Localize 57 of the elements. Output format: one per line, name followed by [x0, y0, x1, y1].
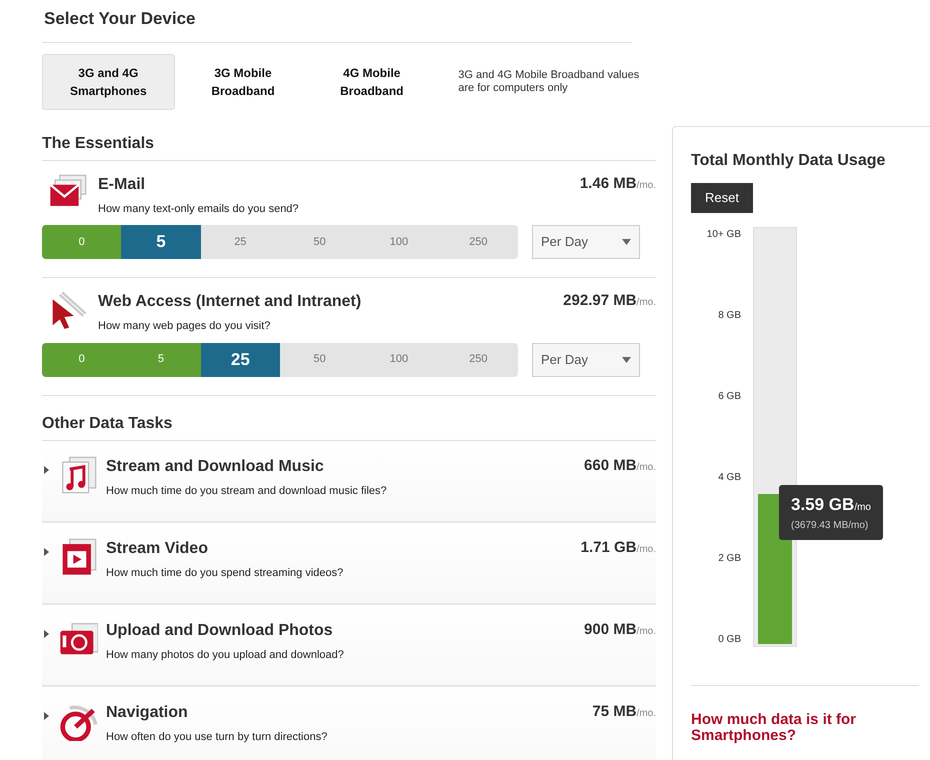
- slider-option[interactable]: 50: [280, 342, 360, 376]
- device-tab[interactable]: 3G Mobile Broadband: [182, 54, 304, 110]
- section-title: The Essentials: [42, 132, 656, 160]
- item-title: Upload and Download Photos: [106, 620, 334, 640]
- slider-option[interactable]: 0: [42, 225, 122, 259]
- item-question: How many web pages do you visit?: [98, 319, 272, 334]
- device-tab[interactable]: 4G Mobile Broadband: [311, 54, 432, 110]
- scale-label: 8 GB: [717, 308, 741, 322]
- scale-label: 0 GB: [717, 632, 741, 646]
- expand-arrow-icon[interactable]: [42, 546, 50, 556]
- scale-label: 2 GB: [717, 552, 741, 566]
- scale-label: 10+ GB: [706, 228, 741, 242]
- scale-label: 6 GB: [717, 390, 741, 404]
- item-question: How often do you use turn by turn directions?: [106, 730, 328, 744]
- item-question: How much time do you stream and download music files?: [106, 484, 388, 498]
- caret-icon: [622, 239, 631, 245]
- item-question: How many text-only emails do you send?: [98, 202, 300, 216]
- usage-amount: 75 MB/mo.: [592, 702, 656, 722]
- usage-total: 3.59 GB/mo: [791, 494, 871, 516]
- item-title: Stream and Download Music: [106, 456, 325, 476]
- reset-button[interactable]: Reset: [691, 183, 753, 212]
- slider-option[interactable]: 25: [200, 225, 280, 259]
- device-note: 3G and 4G Mobile Broadband values are for computers only: [458, 68, 640, 94]
- expand-arrow-icon[interactable]: [42, 464, 50, 474]
- scale-label: 4 GB: [717, 470, 741, 484]
- expand-arrow-icon[interactable]: [42, 628, 50, 638]
- item-title: E-Mail: [98, 174, 146, 194]
- panel-title: Total Monthly Data Usage: [691, 151, 886, 171]
- usage-amount: 1.46 MB/mo.: [580, 174, 656, 194]
- item-title: Stream Video: [106, 538, 209, 558]
- item-question: How many photos do you upload and download?: [106, 648, 345, 662]
- item-title: Navigation: [106, 702, 189, 722]
- period-dropdown[interactable]: Per Day: [532, 342, 640, 376]
- info-link[interactable]: How much data is it for Smartphones?: [691, 684, 919, 744]
- slider-option[interactable]: 50: [280, 225, 360, 259]
- item-question: How much time do you spend streaming videos?: [106, 566, 344, 580]
- usage-amount: 660 MB/mo.: [584, 456, 656, 476]
- expand-arrow-icon[interactable]: [42, 710, 50, 720]
- slider-option[interactable]: 5: [121, 342, 201, 376]
- caret-icon: [622, 356, 631, 362]
- slider-option[interactable]: 25: [200, 342, 280, 376]
- slider-option[interactable]: 0: [42, 342, 122, 376]
- slider-option[interactable]: 100: [359, 225, 439, 259]
- option-slider[interactable]: 0 5 25 50 100 250: [42, 225, 518, 259]
- usage-amount: 1.71 GB/mo.: [580, 538, 656, 558]
- slider-option[interactable]: 250: [438, 342, 518, 376]
- option-slider[interactable]: 0 5 25 50 100 250: [42, 342, 518, 376]
- section-title: Select Your Device: [43, 8, 197, 30]
- usage-amount: 292.97 MB/mo.: [563, 291, 656, 311]
- slider-option[interactable]: 100: [359, 342, 439, 376]
- slider-option[interactable]: 250: [438, 225, 518, 259]
- period-dropdown[interactable]: Per Day: [532, 225, 640, 259]
- slider-option[interactable]: 5: [121, 225, 201, 259]
- usage-amount: 900 MB/mo.: [584, 620, 656, 640]
- item-title: Web Access (Internet and Intranet): [98, 292, 362, 312]
- usage-detail: (3679.43 MB/mo): [791, 518, 870, 533]
- device-tab[interactable]: 3G and 4G Smartphones: [42, 54, 175, 110]
